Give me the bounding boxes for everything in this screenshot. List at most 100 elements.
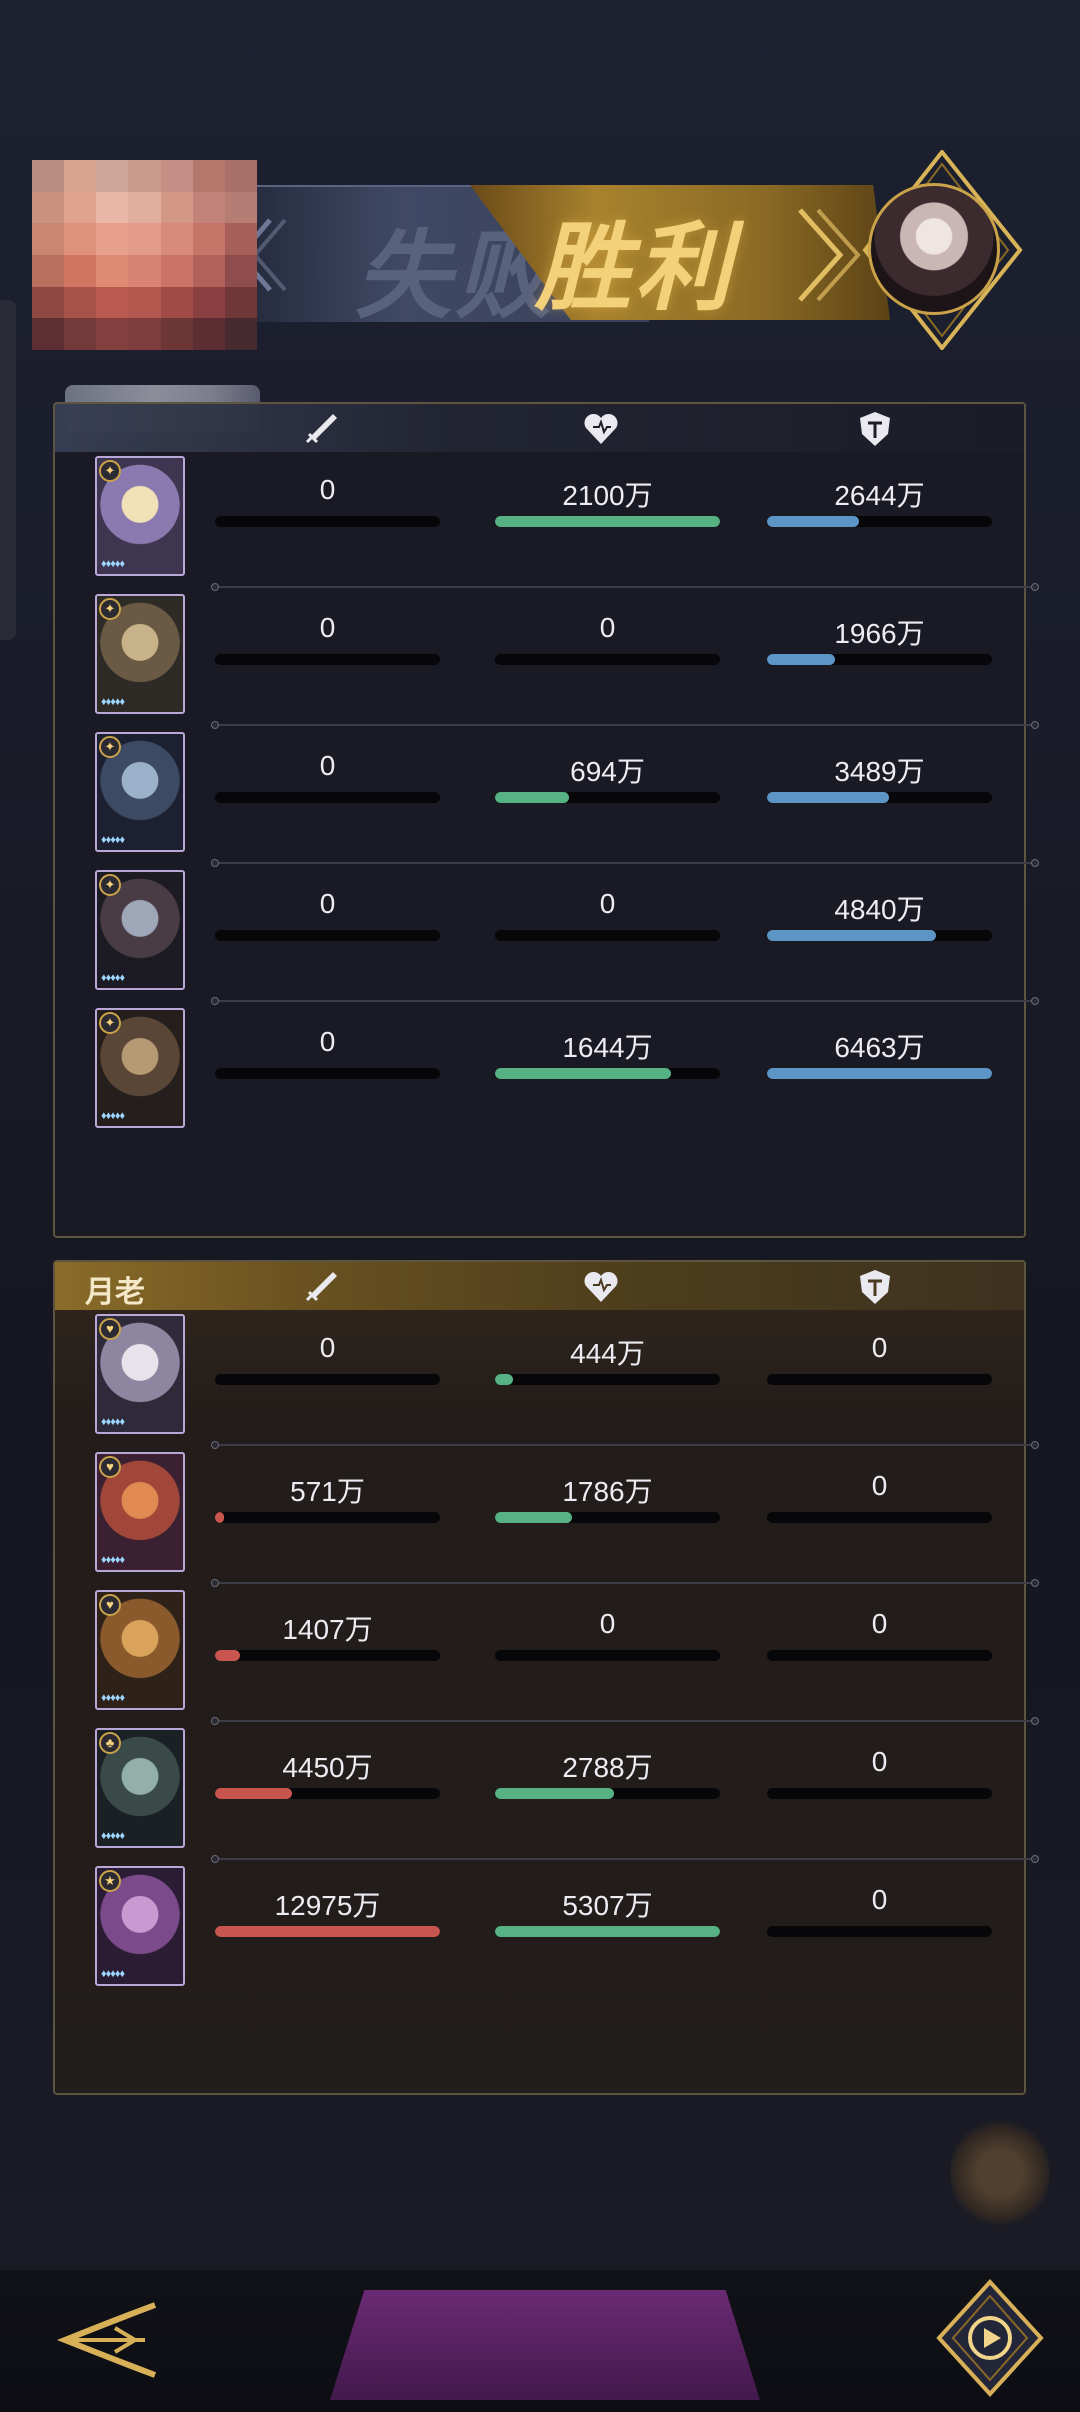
attack-bar-fill — [215, 1650, 240, 1661]
defense-value: 4840万 — [834, 894, 925, 925]
hero-class-icon: ★ — [99, 1870, 121, 1892]
attack-value: 0 — [319, 612, 336, 643]
defense-bar — [767, 1926, 992, 1937]
hero-star-rating-icon: ♦♦♦♦♦ — [101, 1110, 125, 1122]
hero-stat-row: ✦ ♦♦♦♦♦ 0 694万 3489万 — [55, 732, 1039, 870]
defense-bar — [767, 654, 992, 665]
hero-portrait[interactable]: ♥ ♦♦♦♦♦ — [95, 1452, 185, 1572]
row-divider — [211, 859, 1039, 867]
heal-bar — [495, 1512, 720, 1523]
heart-icon — [584, 1271, 618, 1302]
defense-bar-fill — [767, 1068, 992, 1079]
boss-avatar — [868, 183, 1000, 315]
hero-portrait[interactable]: ★ ♦♦♦♦♦ — [95, 1866, 185, 1986]
heal-value: 2788万 — [562, 1752, 653, 1783]
hero-stat-row: ♥ ♦♦♦♦♦ 1407万 0 0 — [55, 1590, 1039, 1728]
defense-value: 0 — [871, 1746, 888, 1777]
attack-bar-fill — [215, 1788, 292, 1799]
heal-value: 0 — [599, 612, 616, 643]
heal-bar-fill — [495, 1512, 572, 1523]
right-team-panel: 月老 ♥ ♦♦♦♦♦ 0 444万 0 ♥ ♦♦♦♦♦ 571万 1786万 0 ♥ ♦♦♦♦♦ 140… — [53, 1260, 1039, 2095]
shield-icon — [860, 1270, 890, 1304]
hero-class-icon: ♥ — [99, 1456, 121, 1478]
attack-bar — [215, 1926, 440, 1937]
row-divider — [211, 1855, 1039, 1863]
defense-bar — [767, 930, 992, 941]
attack-bar — [215, 1512, 440, 1523]
heal-bar — [495, 516, 720, 527]
win-label: 胜利 — [535, 211, 735, 324]
center-action-button[interactable] — [330, 2290, 760, 2400]
attack-bar — [215, 1068, 440, 1079]
hero-stat-row: ✦ ♦♦♦♦♦ 0 2100万 2644万 — [55, 456, 1039, 594]
heal-value: 0 — [599, 888, 616, 919]
floating-orb — [950, 2118, 1050, 2228]
defense-value: 0 — [871, 1884, 888, 1915]
heal-bar — [495, 792, 720, 803]
heal-value: 694万 — [570, 756, 645, 787]
hero-portrait[interactable]: ✦ ♦♦♦♦♦ — [95, 732, 185, 852]
attack-bar — [215, 1650, 440, 1661]
hero-star-rating-icon: ♦♦♦♦♦ — [101, 1968, 125, 1980]
row-divider — [211, 721, 1039, 729]
hero-star-rating-icon: ♦♦♦♦♦ — [101, 1692, 125, 1704]
defense-bar — [767, 1374, 992, 1385]
hero-portrait[interactable]: ✦ ♦♦♦♦♦ — [95, 594, 185, 714]
divider-dot — [1031, 1717, 1039, 1725]
row-divider — [211, 997, 1039, 1005]
sword-icon — [305, 1272, 337, 1302]
hero-portrait[interactable]: ♥ ♦♦♦♦♦ — [95, 1590, 185, 1710]
replay-icon[interactable] — [935, 2278, 1045, 2398]
divider-dot — [211, 1855, 219, 1863]
heal-bar-fill — [495, 1926, 720, 1937]
heal-value: 2100万 — [562, 480, 653, 511]
defense-value: 2644万 — [834, 480, 925, 511]
attack-bar — [215, 516, 440, 527]
chevron-right-icon — [798, 208, 861, 302]
hero-class-icon: ✦ — [99, 736, 121, 758]
right-team-name: 月老 — [85, 1275, 145, 1310]
heal-bar-fill — [495, 516, 720, 527]
heal-bar — [495, 1926, 720, 1937]
hero-star-rating-icon: ♦♦♦♦♦ — [101, 696, 125, 708]
hero-portrait[interactable]: ♣ ♦♦♦♦♦ — [95, 1728, 185, 1848]
hero-portrait[interactable]: ✦ ♦♦♦♦♦ — [95, 870, 185, 990]
side-handle — [0, 300, 16, 640]
divider-dot — [211, 583, 219, 591]
divider-dot — [211, 997, 219, 1005]
back-arrow-icon[interactable] — [45, 2290, 165, 2390]
hero-star-rating-icon: ♦♦♦♦♦ — [101, 1830, 125, 1842]
row-divider — [211, 1579, 1039, 1587]
heal-bar — [495, 654, 720, 665]
attack-bar — [215, 792, 440, 803]
hero-star-rating-icon: ♦♦♦♦♦ — [101, 1554, 125, 1566]
defense-bar-fill — [767, 516, 860, 527]
right-team-header: 月老 — [55, 1262, 1024, 1310]
hero-portrait[interactable]: ♥ ♦♦♦♦♦ — [95, 1314, 185, 1434]
row-divider — [211, 583, 1039, 591]
divider-dot — [1031, 583, 1039, 591]
attack-value: 12975万 — [274, 1890, 381, 1921]
hero-portrait[interactable]: ✦ ♦♦♦♦♦ — [95, 1008, 185, 1128]
row-divider — [211, 1717, 1039, 1725]
defense-bar-fill — [767, 792, 889, 803]
divider-dot — [1031, 1855, 1039, 1863]
hero-class-icon: ✦ — [99, 460, 121, 482]
divider-dot — [211, 721, 219, 729]
hero-stat-row: ✦ ♦♦♦♦♦ 0 1644万 6463万 — [55, 1008, 1024, 1146]
hero-class-icon: ✦ — [99, 598, 121, 620]
attack-bar — [215, 1374, 440, 1385]
heal-bar — [495, 1068, 720, 1079]
heal-bar-fill — [495, 1788, 615, 1799]
divider-dot — [211, 1441, 219, 1449]
row-divider — [211, 1441, 1039, 1449]
left-team-panel: ✦ ♦♦♦♦♦ 0 2100万 2644万 ✦ ♦♦♦♦♦ 0 0 1966万 ✦ ♦♦♦♦♦ 0 694… — [53, 402, 1039, 1238]
divider-dot — [211, 1717, 219, 1725]
hero-stat-row: ♥ ♦♦♦♦♦ 571万 1786万 0 — [55, 1452, 1039, 1590]
defense-bar — [767, 1788, 992, 1799]
hero-stat-row: ✦ ♦♦♦♦♦ 0 0 4840万 — [55, 870, 1039, 1008]
attack-value: 0 — [319, 1332, 336, 1363]
hero-portrait[interactable]: ✦ ♦♦♦♦♦ — [95, 456, 185, 576]
heal-bar — [495, 1374, 720, 1385]
hero-class-icon: ♥ — [99, 1318, 121, 1340]
